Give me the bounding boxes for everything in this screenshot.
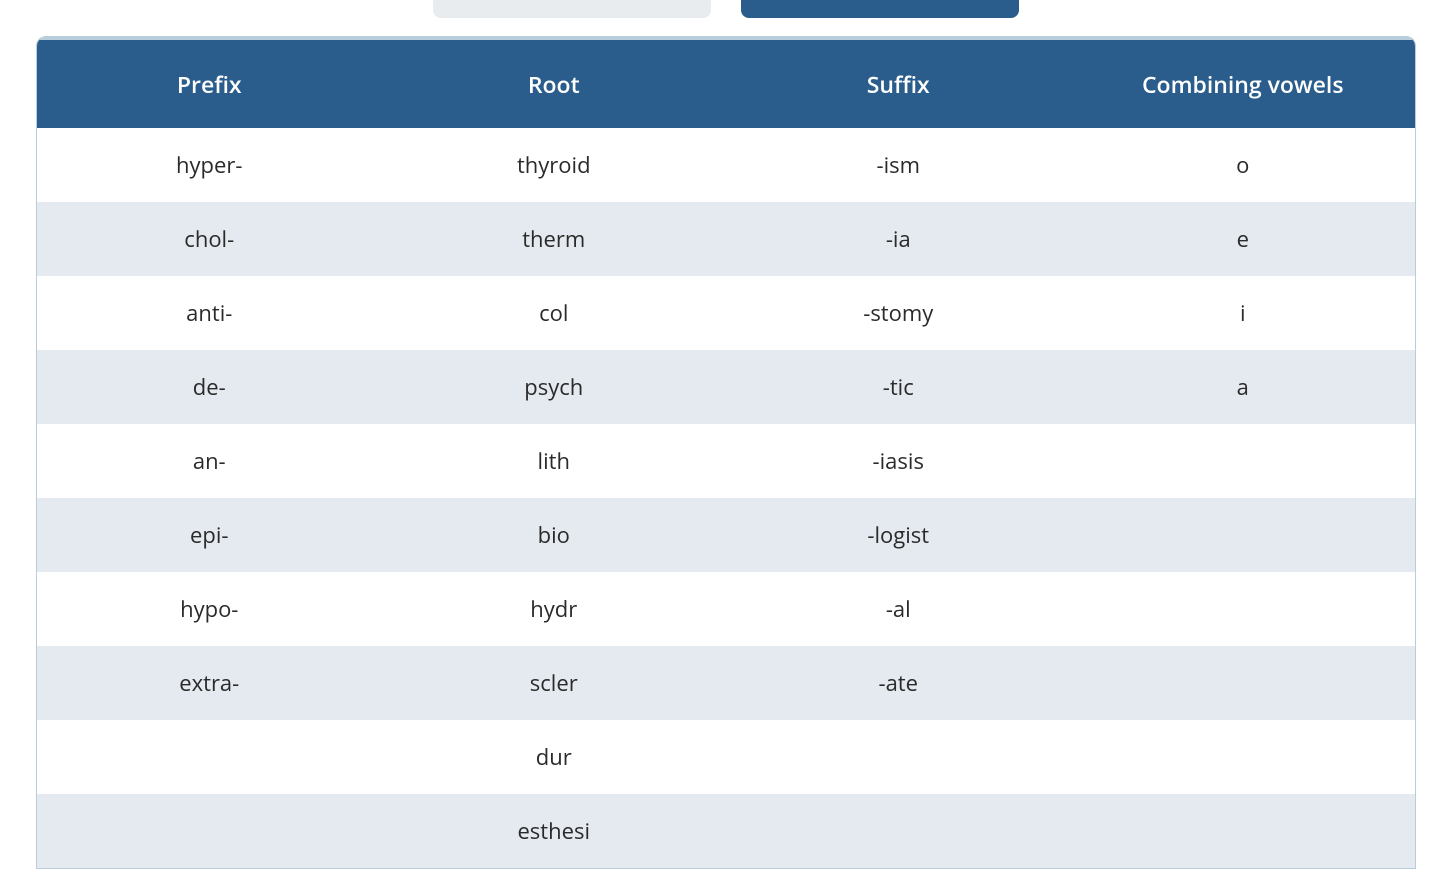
table-row: extra- scler -ate <box>37 646 1415 720</box>
table-row: epi- bio -logist <box>37 498 1415 572</box>
table-body: hyper- thyroid -ism o chol- therm -ia e … <box>37 128 1415 868</box>
cell-vowel <box>1071 498 1416 572</box>
word-parts-table-wrapper: Prefix Root Suffix Combining vowels hype… <box>36 36 1416 869</box>
table-row: an- lith -iasis <box>37 424 1415 498</box>
cell-suffix: -iasis <box>726 424 1071 498</box>
cell-vowel <box>1071 646 1416 720</box>
cell-vowel: e <box>1071 202 1416 276</box>
cell-suffix: -logist <box>726 498 1071 572</box>
cell-vowel <box>1071 572 1416 646</box>
table-header-row: Prefix Root Suffix Combining vowels <box>37 39 1415 129</box>
cell-suffix: -ism <box>726 128 1071 202</box>
header-prefix: Prefix <box>37 39 382 129</box>
cell-prefix: an- <box>37 424 382 498</box>
cell-suffix: -tic <box>726 350 1071 424</box>
header-combining-vowels: Combining vowels <box>1071 39 1416 129</box>
button-right[interactable] <box>741 0 1019 18</box>
cell-vowel <box>1071 794 1416 868</box>
cell-prefix <box>37 720 382 794</box>
cell-suffix: -ia <box>726 202 1071 276</box>
cell-root: esthesi <box>382 794 727 868</box>
cell-root: psych <box>382 350 727 424</box>
cell-suffix: -stomy <box>726 276 1071 350</box>
cell-vowel <box>1071 720 1416 794</box>
top-button-row <box>0 0 1452 36</box>
cell-prefix: anti- <box>37 276 382 350</box>
cell-suffix <box>726 720 1071 794</box>
cell-root: col <box>382 276 727 350</box>
cell-root: scler <box>382 646 727 720</box>
cell-prefix: chol- <box>37 202 382 276</box>
cell-vowel: o <box>1071 128 1416 202</box>
cell-suffix: -ate <box>726 646 1071 720</box>
cell-prefix: extra- <box>37 646 382 720</box>
cell-root: thyroid <box>382 128 727 202</box>
button-left[interactable] <box>433 0 711 18</box>
table-row: hyper- thyroid -ism o <box>37 128 1415 202</box>
table-row: anti- col -stomy i <box>37 276 1415 350</box>
table-row: chol- therm -ia e <box>37 202 1415 276</box>
header-root: Root <box>382 39 727 129</box>
cell-prefix: hyper- <box>37 128 382 202</box>
cell-vowel: i <box>1071 276 1416 350</box>
cell-prefix <box>37 794 382 868</box>
cell-root: bio <box>382 498 727 572</box>
cell-prefix: de- <box>37 350 382 424</box>
header-suffix: Suffix <box>726 39 1071 129</box>
cell-root: therm <box>382 202 727 276</box>
cell-vowel: a <box>1071 350 1416 424</box>
table-row: de- psych -tic a <box>37 350 1415 424</box>
cell-suffix: -al <box>726 572 1071 646</box>
cell-prefix: hypo- <box>37 572 382 646</box>
cell-root: hydr <box>382 572 727 646</box>
table-row: esthesi <box>37 794 1415 868</box>
table-row: dur <box>37 720 1415 794</box>
cell-root: dur <box>382 720 727 794</box>
cell-prefix: epi- <box>37 498 382 572</box>
word-parts-table: Prefix Root Suffix Combining vowels hype… <box>37 37 1415 868</box>
cell-suffix <box>726 794 1071 868</box>
cell-root: lith <box>382 424 727 498</box>
cell-vowel <box>1071 424 1416 498</box>
table-row: hypo- hydr -al <box>37 572 1415 646</box>
